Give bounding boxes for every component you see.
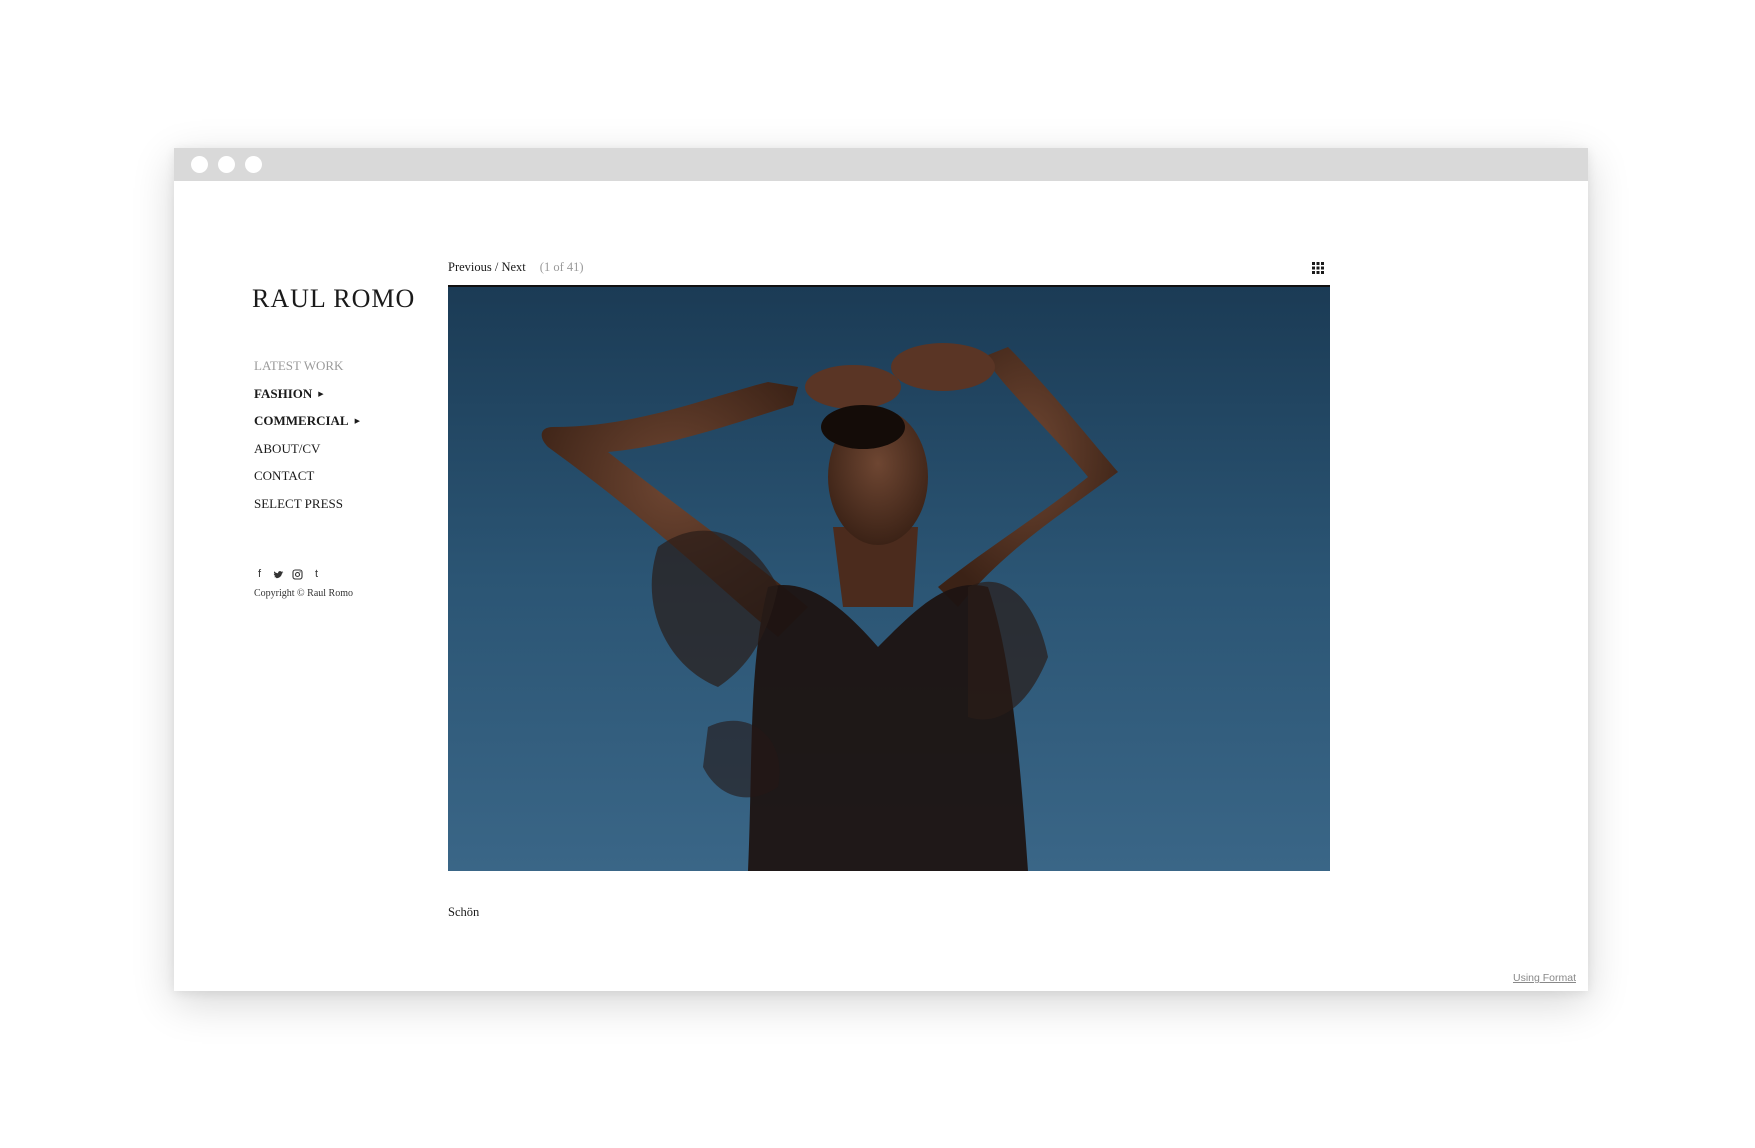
- next-link[interactable]: Next: [501, 260, 525, 274]
- copyright-text: Copyright © Raul Romo: [254, 588, 353, 599]
- nav-item-label: LATEST WORK: [254, 358, 344, 373]
- browser-titlebar: [174, 148, 1588, 181]
- powered-by-link[interactable]: Using Format: [1513, 972, 1576, 984]
- nav-item-contact[interactable]: CONTACT: [254, 468, 360, 496]
- photo-illustration: [541, 343, 1118, 871]
- nav-item-label: ABOUT/CV: [254, 440, 321, 456]
- nav-item-select-press[interactable]: SELECT PRESS: [254, 496, 360, 524]
- slide-counter: (1 of 41): [539, 260, 584, 274]
- twitter-icon[interactable]: [273, 568, 284, 581]
- site-logo[interactable]: RAUL ROMO: [252, 284, 415, 314]
- grid-view-icon[interactable]: [1312, 262, 1324, 274]
- nav-item-label: COMMERCIAL: [254, 413, 349, 428]
- nav-item-about-cv[interactable]: ABOUT/CV: [254, 441, 360, 469]
- caret-right-icon: ▶: [354, 417, 360, 425]
- instagram-icon[interactable]: [292, 568, 303, 581]
- nav-item-latest-work[interactable]: LATEST WORK: [254, 358, 360, 386]
- social-links: f t: [254, 568, 322, 581]
- nav-item-commercial[interactable]: COMMERCIAL ▶: [254, 413, 360, 441]
- browser-window: RAUL ROMO LATEST WORK FASHION ▶ COMMERCIA…: [174, 148, 1588, 991]
- tumblr-icon[interactable]: t: [311, 568, 322, 581]
- nav-item-fashion[interactable]: FASHION ▶: [254, 386, 360, 414]
- nav-item-label: FASHION: [254, 385, 313, 401]
- gallery-pager: Previous / Next (1 of 41): [448, 260, 584, 275]
- caret-right-icon: ▶: [318, 389, 324, 398]
- image-caption: Schön: [448, 905, 480, 919]
- window-minimize-button[interactable]: [218, 156, 235, 173]
- window-close-button[interactable]: [191, 156, 208, 173]
- nav-item-label: SELECT PRESS: [254, 495, 343, 511]
- facebook-icon[interactable]: f: [254, 568, 265, 581]
- window-maximize-button[interactable]: [245, 156, 262, 173]
- previous-link[interactable]: Previous: [448, 260, 492, 274]
- main-nav: LATEST WORK FASHION ▶ COMMERCIAL ▶ ABOUT/C…: [254, 358, 360, 523]
- nav-item-label: CONTACT: [254, 468, 315, 483]
- gallery-image[interactable]: [448, 285, 1330, 871]
